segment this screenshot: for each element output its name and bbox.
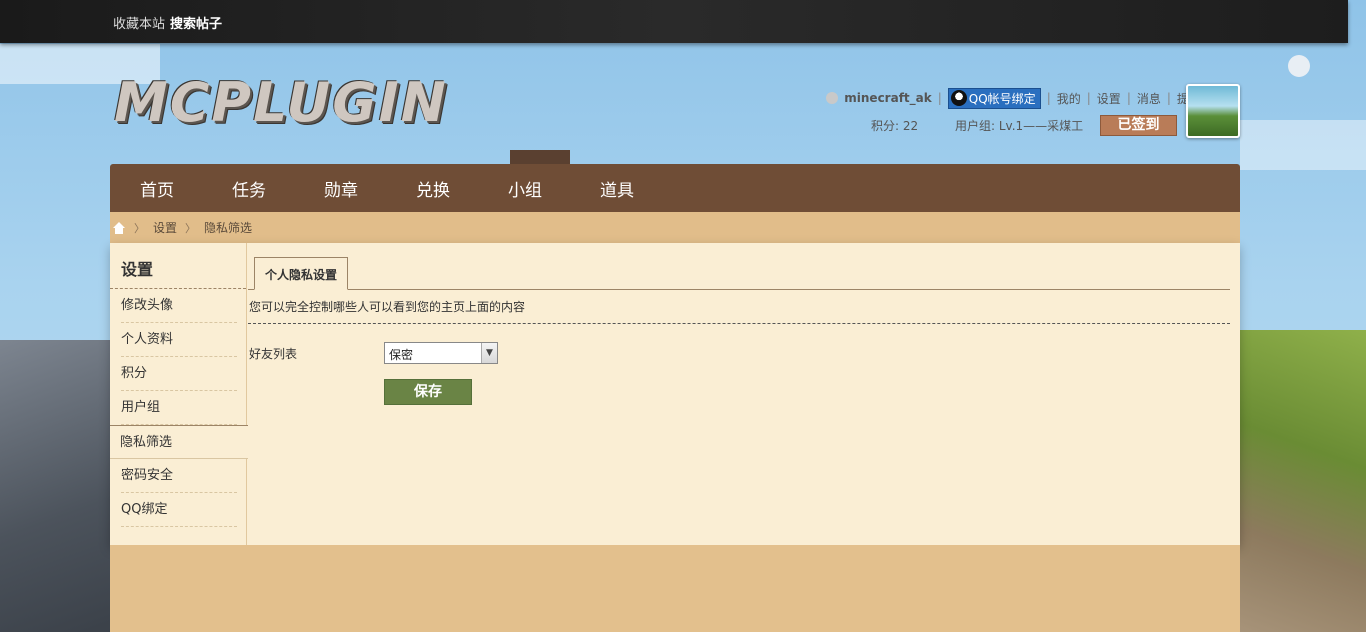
username-link[interactable]: minecraft_ak [844,91,931,105]
qq-icon [950,90,967,106]
chevron-right-icon: 〉 [134,221,145,235]
sidebar-item-password[interactable]: 密码安全 [121,459,237,493]
friends-list-label: 好友列表 [249,347,298,361]
search-posts-link[interactable]: 搜索帖子 [170,13,222,32]
messages-link[interactable]: 消息 [1137,90,1161,107]
avatar[interactable] [1186,84,1240,138]
breadcrumb: 〉 设置 〉 隐私筛选 [110,212,1240,243]
points-info[interactable]: 积分: 22 [871,117,918,134]
privacy-description: 您可以完全控制哪些人可以看到您的主页上面的内容 [249,300,526,314]
bg-tree [510,150,570,164]
home-icon[interactable] [112,221,126,234]
breadcrumb-current: 隐私筛选 [204,221,253,235]
settings-link[interactable]: 设置 [1097,90,1121,107]
nav-exchange[interactable]: 兑换 [416,176,508,201]
bg-mountain [0,340,110,632]
settings-sidebar: 设置 修改头像 个人资料 积分 用户组 隐私筛选 密码安全 QQ绑定 [110,243,248,545]
sidebar-item-profile[interactable]: 个人资料 [121,323,237,357]
favorite-link[interactable]: 收藏本站 [113,13,165,32]
main-nav: 首页 任务 勋章 兑换 小组 道具 [110,164,1240,212]
top-bar: 收藏本站 搜索帖子 [0,0,1348,43]
privacy-content: 个人隐私设置 您可以完全控制哪些人可以看到您的主页上面的内容 好友列表 保密 ▼… [248,243,1240,545]
friends-privacy-select[interactable]: 保密 ▼ [384,342,498,364]
nav-home[interactable]: 首页 [140,176,232,201]
save-button[interactable]: 保存 [384,379,472,405]
tab-privacy-settings[interactable]: 个人隐私设置 [254,257,349,290]
settings-panel: 设置 修改头像 个人资料 积分 用户组 隐私筛选 密码安全 QQ绑定 个人隐私设… [110,243,1240,545]
sidebar-item-points[interactable]: 积分 [121,357,237,391]
bg-hill [1240,330,1366,632]
divider [248,323,1230,324]
my-link[interactable]: 我的 [1057,90,1081,107]
site-logo[interactable]: MCPLUGIN [114,74,446,132]
user-icon [826,92,839,104]
footer-area [110,545,1240,632]
sidebar-item-privacy[interactable]: 隐私筛选 [110,425,248,459]
user-bar: minecraft_ak | QQ帐号绑定 | 我的 | 设置 | 消息 | 提… [826,87,1241,109]
sidebar-item-qq[interactable]: QQ绑定 [121,493,237,527]
nav-tasks[interactable]: 任务 [232,176,324,201]
scroll-top-button[interactable] [1288,55,1310,77]
nav-medals[interactable]: 勋章 [324,176,416,201]
nav-groups[interactable]: 小组 [508,176,600,201]
sidebar-title: 设置 [110,243,246,289]
checkin-button[interactable]: 已签到 [1100,115,1177,136]
bg-cloud [1240,120,1366,170]
nav-items[interactable]: 道具 [600,176,692,201]
chevron-down-icon[interactable]: ▼ [481,343,497,363]
tab-bar: 个人隐私设置 [248,257,1230,290]
usergroup-info[interactable]: 用户组: Lv.1——采煤工 [955,117,1083,134]
breadcrumb-settings[interactable]: 设置 [153,219,177,236]
sidebar-item-usergroup[interactable]: 用户组 [121,391,237,425]
chevron-right-icon: 〉 [185,221,197,235]
sidebar-item-avatar[interactable]: 修改头像 [121,289,237,323]
qq-bind-button[interactable]: QQ帐号绑定 [947,87,1041,109]
